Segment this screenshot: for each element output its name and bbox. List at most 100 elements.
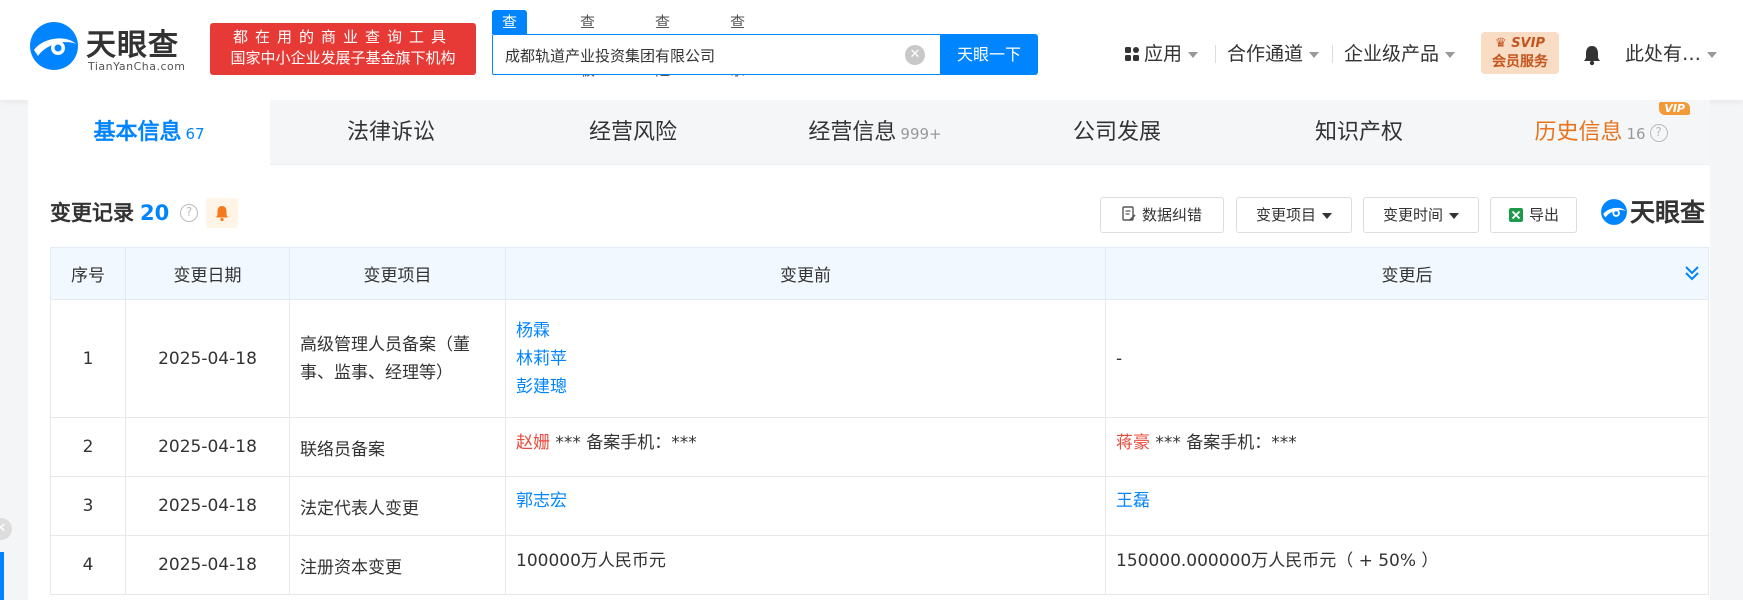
row-after: 150000.000000万人民币元（ + 50% ） (1105, 535, 1709, 595)
table-row: 3 2025-04-18 法定代表人变更 郭志宏 王磊 (50, 476, 1709, 536)
nav-apps[interactable]: 应用 (1124, 40, 1199, 68)
change-time-filter[interactable]: 变更时间 (1363, 197, 1479, 233)
chevron-down-icon (1322, 212, 1332, 219)
row-number: 4 (50, 535, 126, 595)
highlighted-name: 蒋豪 (1116, 433, 1150, 453)
row-item: 联络员备案 (289, 417, 506, 477)
data-correction-button[interactable]: 数据纠错 (1100, 197, 1224, 233)
monitor-alert-button[interactable] (206, 198, 238, 228)
section-title: 变更记录 20 (50, 198, 169, 228)
tab-development[interactable]: 公司发展 (996, 100, 1238, 165)
chevron-down-icon (1445, 51, 1456, 58)
main-card: 基本信息 67 法律诉讼 经营风险 经营信息 999+ 公司发展 知识产权 VIP … (28, 100, 1710, 600)
vip-badge: VIP (1659, 102, 1690, 115)
svip-sub: 会员服务 (1492, 54, 1548, 70)
slogan-banner: 都在用的商业查询工具 国家中小企业发展子基金旗下机构 (210, 23, 476, 75)
table-header-row: 序号 变更日期 变更项目 变更前 变更后 (50, 247, 1709, 300)
search-button[interactable]: 天眼一下 (940, 34, 1038, 75)
tab-label: 知识产权 (1314, 120, 1403, 145)
button-label: 变更项目 (1255, 206, 1316, 224)
row-before: 赵姗 *** 备案手机：*** (505, 417, 1106, 477)
column-header: 变更后 (1105, 247, 1709, 300)
side-close-icon[interactable]: ✕ (0, 518, 12, 540)
row-date: 2025-04-18 (125, 535, 290, 595)
row-before: 100000万人民币元 (505, 535, 1106, 595)
tab-label: 法律诉讼 (346, 120, 435, 145)
nav-partner[interactable]: 合作通道 (1227, 40, 1320, 68)
contact-info: *** 备案手机：*** (1150, 433, 1297, 453)
row-item: 高级管理人员备案（董事、监事、经理等） (289, 299, 506, 418)
row-number: 2 (50, 417, 126, 477)
button-label: 导出 (1528, 206, 1559, 224)
top-header: 天眼查 TianYanCha.com 都在用的商业查询工具 国家中小企业发展子基… (0, 0, 1743, 100)
search-tab-boss[interactable]: 查老板 (570, 10, 605, 79)
tab-history[interactable]: VIP 历史信息 16? (1480, 100, 1722, 165)
edit-doc-icon (1122, 206, 1136, 221)
nav-enterprise-label: 企业级产品 (1344, 43, 1440, 65)
highlighted-name: 赵姗 (516, 433, 550, 453)
tab-label: 经营风险 (588, 120, 677, 145)
nav-divider (1332, 45, 1333, 63)
column-header: 序号 (50, 247, 126, 300)
tab-business[interactable]: 经营信息 999+ (754, 100, 996, 165)
search-box: ✕ (492, 34, 940, 75)
logo-subtext: TianYanCha.com (88, 60, 186, 73)
nav-enterprise[interactable]: 企业级产品 (1344, 40, 1456, 68)
export-button[interactable]: 导出 (1490, 197, 1577, 233)
side-float-tab[interactable] (0, 552, 4, 600)
change-record-table: 序号 变更日期 变更项目 变更前 变更后 1 2025-04-18 高级管理人员… (50, 247, 1709, 595)
section-title-text: 变更记录 (50, 201, 134, 225)
row-date: 2025-04-18 (125, 299, 290, 418)
person-link[interactable]: 杨霖 (516, 317, 1095, 345)
excel-icon (1508, 208, 1523, 222)
bell-icon (216, 206, 228, 222)
section-count: 20 (140, 201, 170, 225)
row-item: 法定代表人变更 (289, 476, 506, 536)
row-after: - (1105, 299, 1709, 418)
tab-label: 经营信息 (808, 120, 897, 145)
search-tab-company[interactable]: 查公司 (492, 10, 528, 79)
svip-text: SVIP (1511, 36, 1545, 51)
person-link[interactable]: 王磊 (1116, 491, 1150, 511)
help-icon[interactable]: ? (1649, 124, 1668, 142)
search-tab-risk[interactable]: 查风险 (645, 10, 680, 79)
row-date: 2025-04-18 (125, 476, 290, 536)
tab-ip[interactable]: 知识产权 (1238, 100, 1480, 165)
table-row: 4 2025-04-18 注册资本变更 100000万人民币元 150000.0… (50, 535, 1709, 595)
nav-apps-label: 应用 (1144, 43, 1183, 65)
tab-basic-info[interactable]: 基本信息 67 (28, 100, 270, 165)
slogan-line2: 国家中小企业发展子基金旗下机构 (230, 49, 456, 67)
chevron-down-icon (1449, 212, 1459, 219)
bell-icon[interactable] (1581, 44, 1603, 66)
column-header: 变更日期 (125, 247, 290, 300)
search-input[interactable] (505, 43, 885, 67)
logo-eye-icon (1601, 199, 1627, 225)
clear-icon[interactable]: ✕ (905, 45, 925, 65)
double-chevron-down-icon[interactable] (1684, 264, 1700, 282)
column-header-label: 变更后 (1381, 266, 1433, 286)
table-row: 2 2025-04-18 联络员备案 赵姗 *** 备案手机：*** 蒋豪 **… (50, 417, 1709, 477)
nav-divider (1215, 45, 1216, 63)
help-icon[interactable]: ? (180, 204, 198, 222)
svip-button[interactable]: ♛ SVIP 会员服务 (1481, 32, 1559, 74)
user-name: 此处有… (1625, 43, 1702, 65)
person-link[interactable]: 郭志宏 (516, 491, 567, 511)
person-link[interactable]: 彭建璁 (516, 373, 1095, 401)
row-before: 郭志宏 (505, 476, 1106, 536)
tab-risk[interactable]: 经营风险 (512, 100, 754, 165)
tab-label: 历史信息 (1534, 120, 1623, 145)
category-tabs: 基本信息 67 法律诉讼 经营风险 经营信息 999+ 公司发展 知识产权 VIP … (28, 100, 1710, 165)
tab-legal[interactable]: 法律诉讼 (270, 100, 512, 165)
chevron-down-icon (1707, 51, 1718, 58)
column-header: 变更项目 (289, 247, 506, 300)
contact-info: *** 备案手机：*** (550, 433, 697, 453)
row-before: 杨霖 林莉苹 彭建璁 (505, 299, 1106, 418)
tianyancha-logo[interactable]: 天眼查 TianYanCha.com (28, 20, 203, 78)
search-tab-relation[interactable]: 查关系 (720, 10, 755, 79)
button-label: 数据纠错 (1141, 206, 1202, 224)
logo-eye-icon (30, 22, 78, 70)
row-after: 王磊 (1105, 476, 1709, 536)
user-menu[interactable]: 此处有… (1625, 40, 1718, 68)
person-link[interactable]: 林莉苹 (516, 345, 1095, 373)
change-item-filter[interactable]: 变更项目 (1236, 197, 1352, 233)
